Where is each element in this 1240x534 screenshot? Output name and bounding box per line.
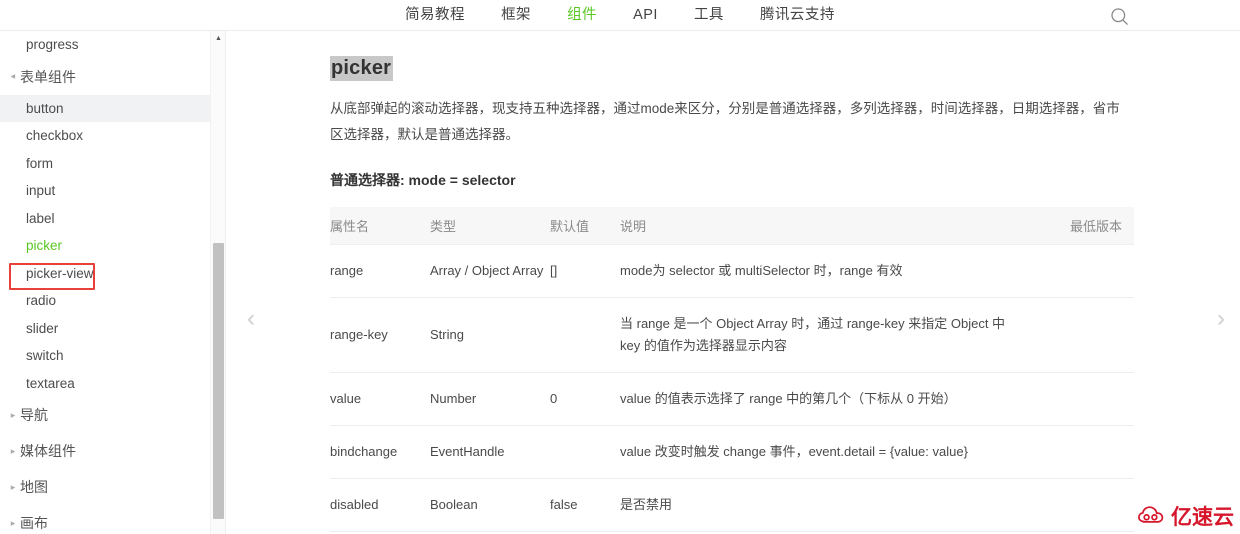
table-cell-version (1034, 425, 1134, 479)
chevron-right-icon: ▸ (10, 517, 16, 528)
table-cell-default: [] (550, 244, 620, 298)
sidebar-group-label: 媒体组件 (20, 443, 76, 459)
main-content: picker 从底部弹起的滚动选择器，现支持五种选择器，通过mode来区分，分别… (226, 31, 1240, 534)
page-title-text: picker (330, 56, 394, 81)
table-cell-version (1034, 297, 1134, 373)
sidebar-group-14[interactable]: ▸ 媒体组件 (0, 433, 210, 469)
sidebar-item-radio[interactable]: radio (0, 287, 210, 315)
table-cell-default (550, 297, 620, 373)
nav-item-3[interactable]: API (633, 0, 658, 31)
sidebar-item-picker[interactable]: picker (0, 232, 210, 260)
chevron-right-icon: ▸ (10, 481, 16, 492)
table-cell-type: Boolean (430, 478, 550, 532)
documentation-body: picker 从底部弹起的滚动选择器，现支持五种选择器，通过mode来区分，分别… (330, 31, 1140, 534)
sidebar-item-input[interactable]: input (0, 177, 210, 205)
sidebar-item-button[interactable]: button (0, 94, 210, 122)
chevron-down-icon: ▾ (8, 74, 19, 79)
nav-item-0[interactable]: 简易教程 (405, 0, 465, 31)
table-cell-version (1034, 478, 1134, 532)
table-header-row: 属性名 类型 默认值 说明 最低版本 (330, 207, 1134, 245)
table-cell-name: disabled (330, 478, 430, 532)
table-head: 属性名 类型 默认值 说明 最低版本 (330, 207, 1134, 245)
top-navigation-bar: 简易教程 框架 组件 API 工具 腾讯云支持 (0, 0, 1240, 31)
table-header-cell-4: 最低版本 (1034, 207, 1134, 245)
table-cell-default: 0 (550, 372, 620, 426)
sidebar-group-15[interactable]: ▸ 地图 (0, 469, 210, 505)
table-cell-desc: mode为 selector 或 multiSelector 时，range 有… (620, 244, 1034, 298)
sidebar-item-label[interactable]: label (0, 205, 210, 233)
sidebar-item-slider[interactable]: slider (0, 315, 210, 343)
table-row: range-key String 当 range 是一个 Object Array … (330, 297, 1134, 373)
page-title: picker (330, 56, 1140, 81)
sidebar-group-label: 表单组件 (20, 68, 76, 85)
sidebar-item-list: progress ▾ 表单组件 button checkbox form input labe… (0, 31, 210, 534)
search-icon (1110, 7, 1129, 26)
nav-item-1[interactable]: 框架 (501, 0, 531, 31)
search-button[interactable] (1106, 3, 1132, 29)
table-cell-name: range (330, 244, 430, 298)
prev-page-arrow-icon[interactable]: ‹ (238, 303, 264, 335)
sidebar-group-13[interactable]: ▸ 导航 (0, 397, 210, 433)
sidebar-item-textarea[interactable]: textarea (0, 370, 210, 398)
sidebar-group-label: 导航 (20, 407, 48, 423)
table-cell-default (550, 425, 620, 479)
table-header-cell-1: 类型 (430, 207, 550, 245)
table-body: range Array / Object Array[] mode为 selecto… (330, 244, 1134, 534)
properties-table: 属性名 类型 默认值 说明 最低版本 range Array / Object Array… (330, 207, 1134, 534)
sidebar-group-1[interactable]: ▾ 表单组件 (0, 59, 210, 95)
sidebar-group-label: 地图 (20, 479, 48, 495)
table-row: value Number 0 value 的值表示选择了 range 中的第几个（下标… (330, 372, 1134, 426)
nav-item-2[interactable]: 组件 (567, 0, 597, 31)
sidebar-item-checkbox[interactable]: checkbox (0, 122, 210, 150)
table-header-cell-0: 属性名 (330, 207, 430, 245)
table-header-cell-2: 默认值 (550, 207, 620, 245)
sidebar: progress ▾ 表单组件 button checkbox form input labe… (0, 31, 226, 534)
nav-item-4[interactable]: 工具 (694, 0, 724, 31)
table-cell-version (1034, 244, 1134, 298)
chevron-right-icon: ▸ (10, 445, 16, 456)
table-row: bindchange EventHandle value 改变时触发 change … (330, 425, 1134, 479)
table-cell-desc: 当 range 是一个 Object Array 时，通过 range-key … (620, 297, 1034, 373)
sidebar-item-switch[interactable]: switch (0, 342, 210, 370)
table-cell-type: String (430, 297, 550, 373)
table-cell-default: false (550, 478, 620, 532)
sidebar-item-progress[interactable]: progress (0, 31, 210, 59)
nav-item-5[interactable]: 腾讯云支持 (760, 0, 835, 31)
table-cell-name: value (330, 372, 430, 426)
next-page-arrow-icon[interactable]: › (1208, 303, 1234, 335)
sidebar-item-picker-view[interactable]: picker-view (0, 260, 210, 288)
table-row: range Array / Object Array[] mode为 selecto… (330, 244, 1134, 298)
sidebar-group-label: 画布 (20, 515, 48, 531)
sidebar-scrollbar-thumb[interactable] (213, 243, 224, 519)
sidebar-scrollbar-track[interactable]: ▲ (210, 31, 225, 534)
chevron-right-icon: ▸ (10, 409, 16, 420)
sidebar-group-16[interactable]: ▸ 画布 (0, 505, 210, 534)
table-cell-desc: value 的值表示选择了 range 中的第几个（下标从 0 开始） (620, 372, 1034, 426)
scroll-up-arrow-icon[interactable]: ▲ (211, 31, 225, 46)
mode-section-title: 普通选择器: mode = selector (330, 172, 516, 188)
table-cell-desc: value 改变时触发 change 事件，event.detail = {va… (620, 425, 1034, 479)
table-cell-name: bindchange (330, 425, 430, 479)
nav-item-list: 简易教程 框架 组件 API 工具 腾讯云支持 (405, 0, 835, 31)
table-cell-desc: 是否禁用 (620, 478, 1034, 532)
table-cell-type: EventHandle (430, 425, 550, 479)
sidebar-item-form[interactable]: form (0, 150, 210, 178)
table-row: disabled Boolean false 是否禁用 (330, 478, 1134, 532)
table-cell-type: Array / Object Array (430, 244, 550, 298)
table-cell-version (1034, 372, 1134, 426)
table-header-cell-3: 说明 (620, 207, 1034, 245)
intro-paragraph: 从底部弹起的滚动选择器，现支持五种选择器，通过mode来区分，分别是普通选择器，… (330, 101, 1120, 142)
table-cell-name: range-key (330, 297, 430, 373)
table-cell-type: Number (430, 372, 550, 426)
